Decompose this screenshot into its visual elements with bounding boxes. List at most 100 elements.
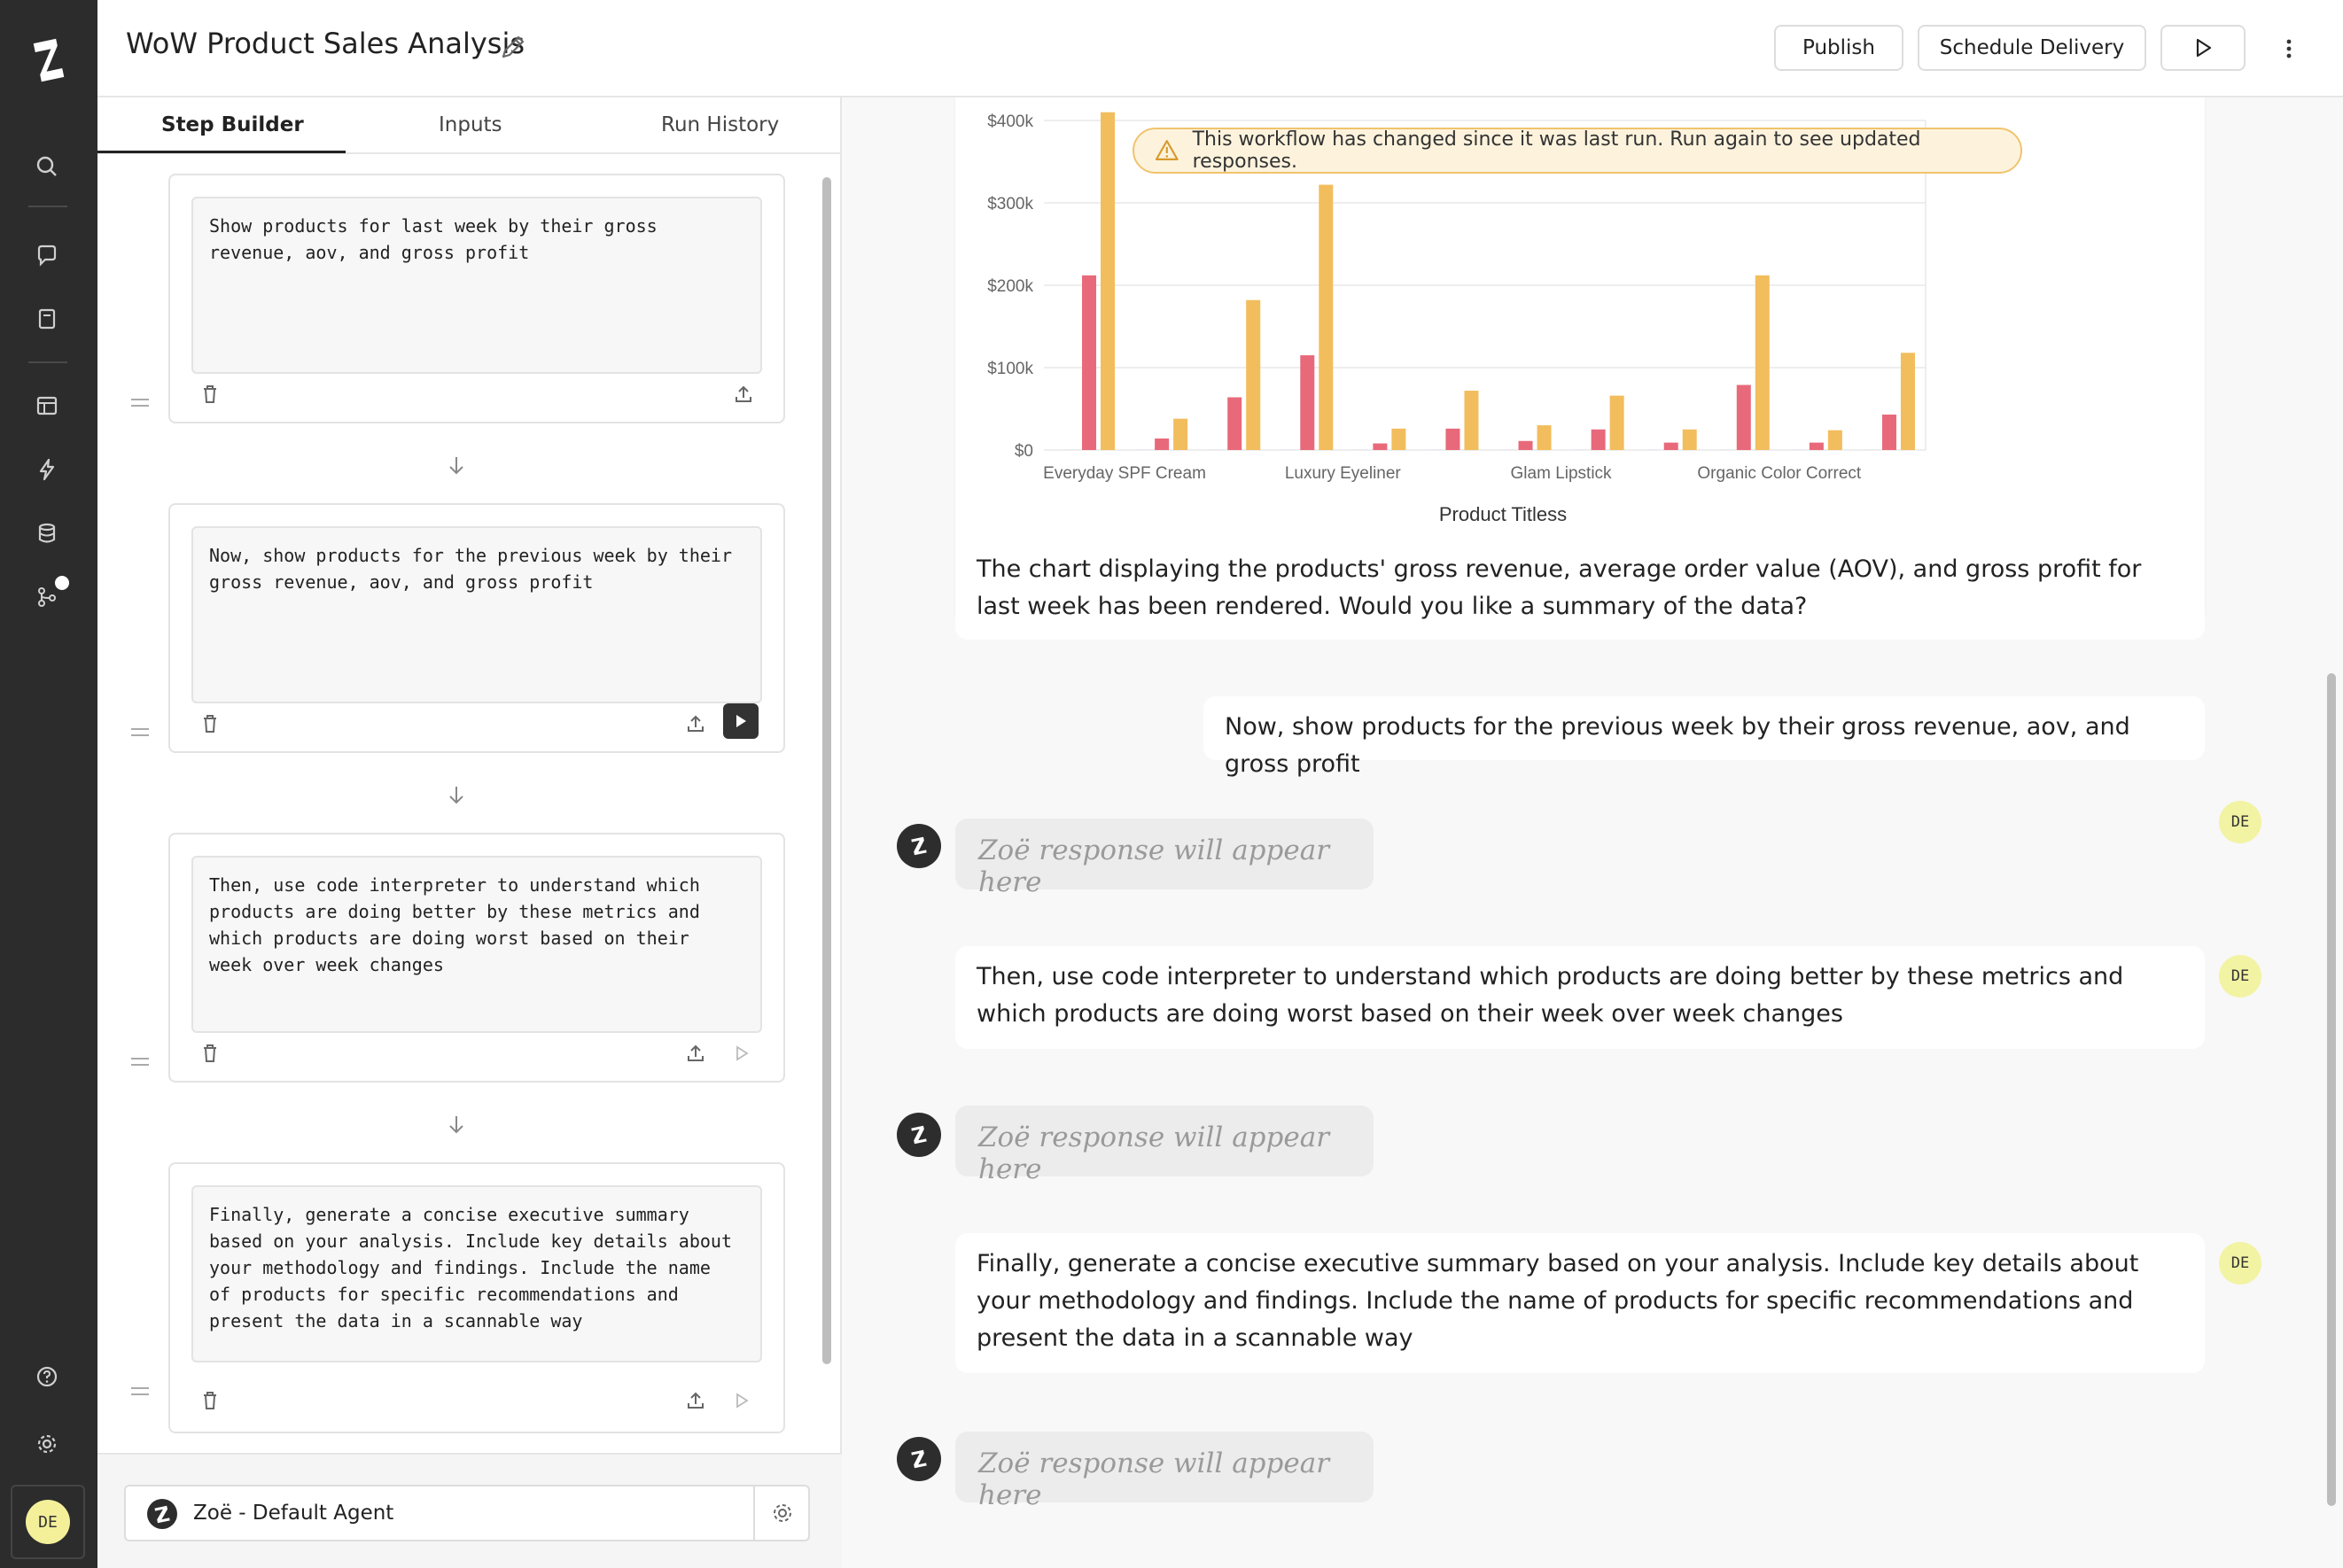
settings-icon[interactable] — [31, 1428, 63, 1460]
y-tick-label: $100k — [987, 360, 1033, 378]
bar — [1827, 430, 1842, 450]
more-options-icon[interactable] — [2274, 34, 2304, 64]
bar — [1591, 429, 1606, 450]
upload-icon[interactable] — [730, 381, 757, 408]
publish-button[interactable]: Publish — [1774, 25, 1903, 71]
search-icon[interactable] — [31, 151, 63, 182]
app-sidebar: DE — [0, 0, 97, 1568]
user-avatar: DE — [2219, 1242, 2261, 1285]
bar — [1082, 275, 1097, 450]
agent-bar: Zoë - Default Agent — [97, 1453, 842, 1568]
tab-run-history[interactable]: Run History — [661, 113, 779, 136]
table-icon[interactable] — [31, 390, 63, 422]
step-prompt[interactable]: Now, show products for the previous week… — [191, 526, 762, 703]
x-tick-label: Everyday SPF Cream — [1043, 464, 1206, 483]
play-icon — [2196, 38, 2212, 58]
step-card: Finally, generate a concise executive su… — [168, 1162, 785, 1433]
play-icon[interactable] — [728, 1040, 755, 1067]
drag-handle-icon[interactable] — [129, 396, 151, 408]
scrollbar[interactable] — [2327, 673, 2336, 1506]
step-prompt[interactable]: Show products for last week by their gro… — [191, 197, 762, 374]
user-message: Finally, generate a concise executive su… — [955, 1233, 2205, 1373]
user-avatar: DE — [2219, 955, 2261, 997]
drag-handle-icon[interactable] — [129, 1385, 151, 1397]
y-tick-label: $0 — [1015, 442, 1033, 461]
database-icon[interactable] — [31, 517, 63, 549]
schedule-delivery-button[interactable]: Schedule Delivery — [1918, 25, 2146, 71]
user-message: Now, show products for the previous week… — [1203, 696, 2205, 778]
bar — [1663, 442, 1678, 450]
y-tick-label: $300k — [987, 195, 1033, 213]
step-prompt[interactable]: Then, use code interpreter to understand… — [191, 856, 762, 1033]
step-prompt[interactable]: Finally, generate a concise executive su… — [191, 1185, 762, 1362]
trash-icon[interactable] — [197, 1040, 223, 1067]
bar — [1391, 428, 1406, 450]
zoe-avatar-icon — [897, 1113, 941, 1157]
x-tick-label: Glam Lipstick — [1511, 464, 1613, 483]
run-step-button[interactable] — [723, 703, 759, 739]
agent-selector[interactable]: Zoë - Default Agent — [124, 1485, 810, 1541]
conversation-panel: $0 $100k $200k $300k $400k Everyday SPF Cream… — [842, 97, 2343, 1568]
bar — [1227, 397, 1242, 450]
step-card: Then, use code interpreter to understand… — [168, 833, 785, 1083]
drag-handle-icon[interactable] — [129, 1055, 151, 1067]
bar — [1445, 428, 1460, 450]
x-tick-label: Luxury Eyeliner — [1285, 464, 1402, 483]
trash-icon[interactable] — [197, 1387, 223, 1414]
bar — [1518, 440, 1533, 450]
bar — [1173, 418, 1188, 450]
user-avatar: DE — [2219, 801, 2261, 843]
tab-step-builder[interactable]: Step Builder — [161, 113, 304, 136]
drag-handle-icon[interactable] — [129, 726, 151, 738]
upload-icon[interactable] — [682, 1387, 709, 1414]
scrollbar[interactable] — [822, 177, 831, 1364]
user-menu[interactable]: DE — [11, 1485, 85, 1559]
arrow-down-icon — [444, 783, 469, 808]
bar — [1809, 442, 1824, 450]
trash-icon[interactable] — [197, 381, 223, 408]
bar — [1537, 425, 1552, 450]
arrow-down-icon — [444, 1113, 469, 1137]
play-icon[interactable] — [728, 1387, 755, 1414]
step-builder-panel: Step Builder Inputs Run History Show pro… — [97, 97, 842, 1568]
step-card: Now, show products for the previous week… — [168, 503, 785, 753]
bar — [1319, 184, 1334, 450]
pencil-icon[interactable] — [498, 32, 528, 62]
builder-tabs: Step Builder Inputs Run History — [97, 97, 842, 154]
bar — [1246, 299, 1261, 450]
y-tick-label: $400k — [987, 113, 1033, 131]
run-button[interactable] — [2160, 25, 2246, 71]
play-icon — [736, 715, 746, 727]
page-title: WoW Product Sales Analysis — [126, 27, 525, 60]
bar — [1464, 391, 1479, 450]
bar — [1900, 353, 1915, 450]
user-message: Then, use code interpreter to understand… — [955, 946, 2205, 1049]
zoe-avatar-icon — [897, 824, 941, 868]
banner-text: This workflow has changed since it was l… — [1192, 128, 1921, 173]
trash-icon[interactable] — [197, 710, 223, 737]
response-placeholder: Zoë response will appear here — [955, 1432, 1374, 1511]
upload-icon[interactable] — [682, 1040, 709, 1067]
saved-icon[interactable] — [31, 303, 63, 335]
arrow-down-icon — [444, 454, 469, 478]
gear-icon — [774, 1504, 791, 1522]
x-tick-label: Organic Color Correct — [1697, 464, 1861, 483]
tab-inputs[interactable]: Inputs — [439, 113, 502, 136]
zoe-logo-icon — [147, 1499, 177, 1529]
chat-icon[interactable] — [31, 239, 63, 271]
bar — [1300, 355, 1315, 450]
x-axis-label: Product Titless — [1439, 503, 1567, 525]
app-logo[interactable] — [25, 35, 73, 85]
agent-settings-button[interactable] — [753, 1486, 810, 1540]
bar — [1881, 415, 1896, 450]
warning-icon — [1155, 140, 1179, 160]
notification-dot — [55, 576, 69, 590]
bar — [1155, 438, 1170, 450]
assistant-message: The chart displaying the products' gross… — [955, 539, 2205, 640]
help-icon[interactable] — [31, 1361, 63, 1393]
step-card: Show products for last week by their gro… — [168, 174, 785, 423]
upload-icon[interactable] — [682, 710, 709, 737]
response-placeholder: Zoë response will appear here — [955, 1106, 1374, 1185]
sidebar-divider — [28, 361, 67, 363]
bolt-icon[interactable] — [31, 454, 63, 485]
